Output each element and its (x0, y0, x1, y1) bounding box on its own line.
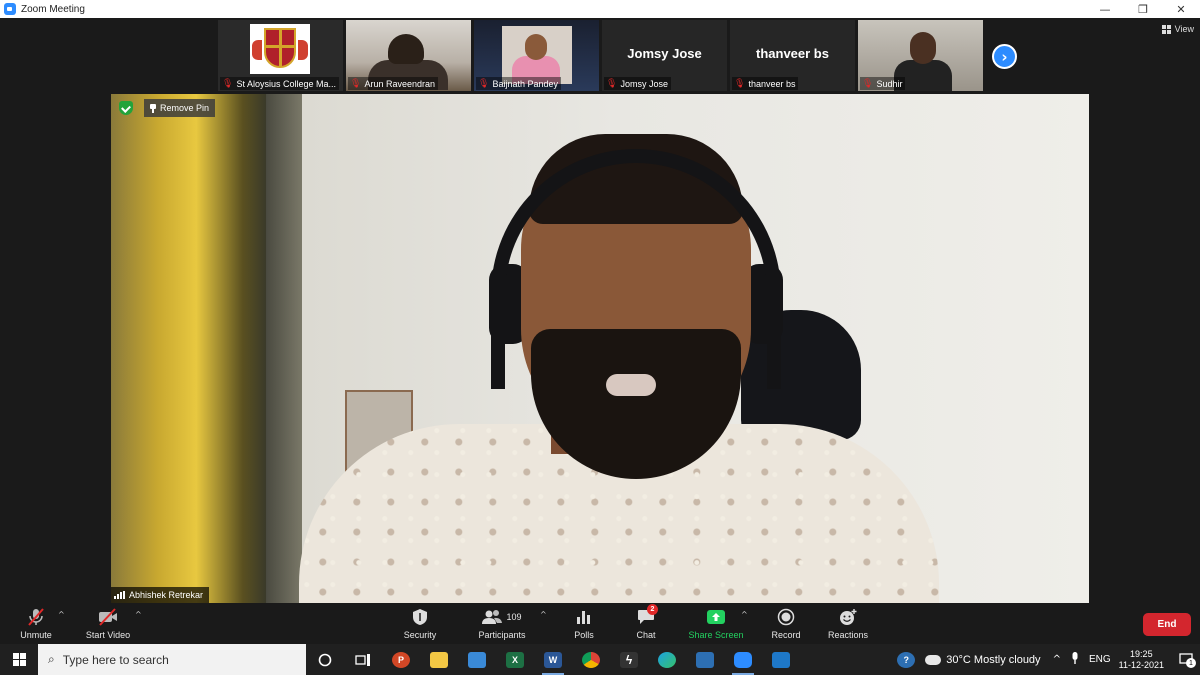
taskbar-clock[interactable]: 19:25 11-12-2021 (1119, 649, 1164, 671)
weather-cloud-icon (922, 650, 942, 665)
taskbar-search-box[interactable]: ⌕ Type here to search (38, 644, 306, 675)
view-label: View (1174, 24, 1194, 34)
participants-options-chevron-icon[interactable]: ^ (540, 610, 547, 619)
windows-logo-icon (12, 653, 26, 666)
signal-strength-icon (114, 591, 125, 599)
mic-muted-icon: 🎙︎ (862, 78, 874, 88)
participants-count: 109 (506, 612, 522, 622)
participant-tile[interactable]: 🎙︎ Sudhir (858, 20, 983, 91)
search-icon: ⌕ (48, 652, 55, 666)
remove-pin-button[interactable]: Remove Pin (144, 99, 216, 117)
share-screen-icon (706, 607, 726, 627)
participant-display-name: thanveer bs (756, 46, 829, 61)
grid-view-icon (1161, 24, 1171, 34)
title-bar: Zoom Meeting — ❐ ✕ (0, 0, 1200, 18)
word-icon[interactable]: W (534, 644, 572, 675)
pin-icon (150, 103, 156, 113)
participant-name-tag: 🎙︎ Jomsy Jose (604, 77, 671, 90)
share-options-chevron-icon[interactable]: ^ (741, 610, 748, 619)
file-explorer-icon[interactable] (420, 644, 458, 675)
participant-name-tag: 🎙︎ Baijnath Pandey (476, 77, 561, 90)
chat-button[interactable]: 2 Chat (628, 604, 664, 644)
start-button[interactable] (0, 644, 38, 675)
help-icon[interactable]: ? (887, 644, 925, 675)
notification-count-badge: 1 (1186, 658, 1196, 668)
participant-name-tag: 🎙︎ Arun Raveendran (348, 77, 438, 90)
language-indicator[interactable]: ENG (1089, 654, 1111, 665)
reactions-smiley-icon (839, 607, 857, 627)
mic-muted-icon (27, 607, 45, 627)
participants-icon: 109 (482, 607, 522, 627)
speaker-name-tag: Abhishek Retrekar (111, 587, 210, 603)
media-player-icon[interactable] (762, 644, 800, 675)
next-page-button[interactable]: › (992, 44, 1017, 69)
mic-muted-icon: 🎙︎ (222, 78, 234, 88)
participant-tile[interactable]: 🎙︎ Arun Raveendran (346, 20, 471, 91)
college-crest-image (250, 24, 310, 74)
main-video[interactable]: Remove Pin Abhishek Retrekar (111, 94, 1089, 603)
end-meeting-button[interactable]: End (1143, 613, 1191, 636)
participant-name-tag: 🎙︎ St Aloysius College Ma... (220, 77, 339, 90)
mic-muted-icon: 🎙︎ (606, 78, 618, 88)
winamp-icon[interactable]: ϟ (610, 644, 648, 675)
system-tray: ? 30°C Mostly cloudy ^ ENG 19:25 11-12-2… (887, 644, 1200, 675)
minimize-button[interactable]: — (1086, 0, 1124, 18)
participant-name-tag: 🎙︎ Sudhir (860, 77, 906, 90)
share-screen-button[interactable]: Share Screen (686, 604, 746, 644)
photos-icon[interactable] (686, 644, 724, 675)
tray-chevron-up-icon[interactable]: ^ (1053, 654, 1061, 665)
reactions-button[interactable]: Reactions (824, 604, 872, 644)
zoom-taskbar-icon[interactable] (724, 644, 762, 675)
mic-muted-icon: 🎙︎ (734, 78, 746, 88)
weather-widget[interactable]: 30°C Mostly cloudy (922, 650, 1041, 666)
chat-icon: 2 (637, 604, 658, 627)
view-button[interactable]: View (1161, 24, 1194, 34)
polls-icon (576, 607, 592, 627)
chrome-icon[interactable] (572, 644, 610, 675)
participant-tile[interactable]: 🎙︎ St Aloysius College Ma... (218, 20, 343, 91)
excel-icon[interactable]: X (496, 644, 534, 675)
window-controls: — ❐ ✕ (1086, 0, 1200, 18)
edge-icon[interactable] (648, 644, 686, 675)
powerpoint-icon[interactable]: P (382, 644, 420, 675)
mic-muted-icon: 🎙︎ (350, 78, 362, 88)
participant-strip: 🎙︎ St Aloysius College Ma... 🎙︎ Arun Ravee… (218, 20, 983, 91)
notifications-button[interactable]: 1 (1172, 653, 1200, 668)
record-icon (777, 607, 795, 627)
polls-button[interactable]: Polls (566, 604, 602, 644)
remote-desktop-icon[interactable] (458, 644, 496, 675)
video-off-icon (97, 607, 119, 627)
participant-tile[interactable]: thanveer bs 🎙︎ thanveer bs (730, 20, 855, 91)
volume-icon[interactable] (1071, 651, 1079, 668)
close-button[interactable]: ✕ (1162, 0, 1200, 18)
start-video-button[interactable]: Start Video (82, 604, 134, 644)
cortana-icon[interactable] (306, 644, 344, 675)
meeting-toolbar: Unmute ^ Start Video ^ Security 109 Part… (0, 604, 1200, 644)
security-button[interactable]: Security (399, 604, 441, 644)
meeting-area: 🎙︎ St Aloysius College Ma... 🎙︎ Arun Ravee… (0, 18, 1200, 604)
chat-unread-badge: 2 (647, 604, 658, 615)
window-title: Zoom Meeting (21, 3, 85, 15)
participant-name-tag: 🎙︎ thanveer bs (732, 77, 799, 90)
participant-tile[interactable]: Jomsy Jose 🎙︎ Jomsy Jose (602, 20, 727, 91)
task-view-icon[interactable] (344, 644, 382, 675)
unmute-button[interactable]: Unmute (14, 604, 58, 644)
participant-display-name: Jomsy Jose (627, 46, 702, 61)
participants-button[interactable]: 109 Participants (474, 604, 530, 644)
restore-button[interactable]: ❐ (1124, 0, 1162, 18)
mic-muted-icon: 🎙︎ (478, 78, 490, 88)
encryption-shield-icon[interactable] (119, 101, 133, 115)
record-button[interactable]: Record (766, 604, 806, 644)
windows-taskbar: ⌕ Type here to search P X W ϟ ? 30°C Mos… (0, 644, 1200, 675)
participant-tile[interactable]: 🎙︎ Baijnath Pandey (474, 20, 599, 91)
shield-icon (412, 607, 428, 627)
video-options-chevron-icon[interactable]: ^ (135, 610, 142, 619)
zoom-app-icon (4, 3, 16, 15)
audio-options-chevron-icon[interactable]: ^ (58, 610, 65, 619)
chevron-right-icon: › (1001, 47, 1008, 66)
